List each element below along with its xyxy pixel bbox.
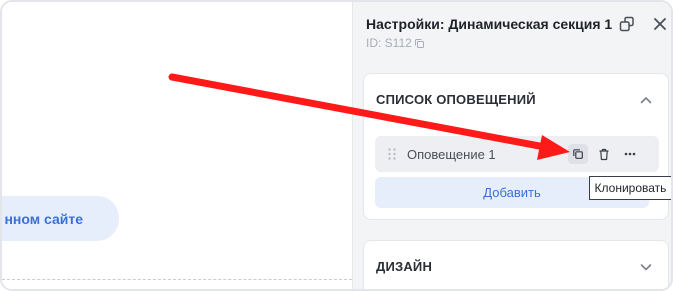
- canvas-pill-label: нном сайте: [4, 210, 83, 227]
- design-section[interactable]: ДИЗАЙН: [363, 240, 669, 289]
- canvas-dashed-divider: [2, 279, 352, 280]
- clone-tooltip: Клонировать: [589, 176, 671, 200]
- panel-id-text: ID: S112: [366, 36, 412, 50]
- chevron-up-icon[interactable]: [638, 92, 654, 108]
- design-section-title: ДИЗАЙН: [376, 259, 433, 274]
- more-icon[interactable]: [620, 144, 640, 164]
- panel-id: ID: S112: [366, 36, 425, 50]
- canvas-pill-button[interactable]: нном сайте: [2, 196, 119, 241]
- settings-panel: Настройки: Динамическая секция 1 ID: S11…: [352, 2, 671, 289]
- page-canvas[interactable]: нном сайте: [2, 2, 352, 289]
- close-icon[interactable]: [650, 14, 670, 34]
- notification-item-row[interactable]: Оповещение 1: [375, 136, 659, 172]
- drag-handle-icon[interactable]: [387, 147, 397, 161]
- notifications-section-title: СПИСОК ОПОВЕЩЕНИЙ: [376, 92, 536, 107]
- panel-title: Настройки: Динамическая секция 1: [366, 16, 613, 32]
- app-frame: нном сайте Настройки: Динамическая секци…: [0, 0, 673, 291]
- clone-icon[interactable]: [568, 144, 588, 164]
- popout-window-icon[interactable]: [617, 14, 637, 34]
- chevron-down-icon[interactable]: [638, 259, 654, 275]
- copy-icon[interactable]: [414, 38, 425, 49]
- notification-item-label: Оповещение 1: [407, 147, 496, 162]
- trash-icon[interactable]: [594, 144, 614, 164]
